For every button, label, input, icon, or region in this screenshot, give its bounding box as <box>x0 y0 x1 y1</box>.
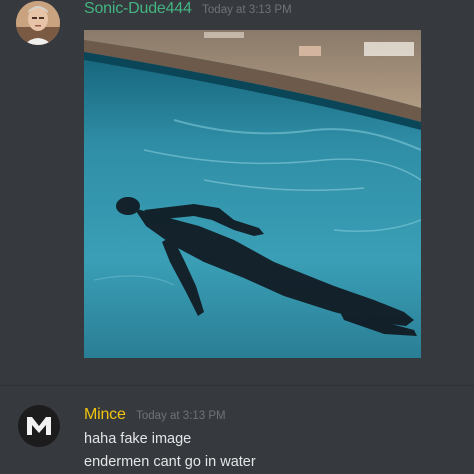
chat-view: Sonic-Dude444 Today at 3:13 PM Mince Tod… <box>0 0 474 474</box>
username[interactable]: Mince <box>84 406 126 423</box>
username[interactable]: Sonic-Dude444 <box>84 0 192 17</box>
message-text: endermen cant go in water <box>84 454 256 470</box>
message-divider <box>0 385 474 386</box>
message-header: Mince Today at 3:13 PM <box>84 406 226 424</box>
user-avatar[interactable] <box>16 1 60 45</box>
image-attachment[interactable] <box>84 30 421 358</box>
m-logo-avatar[interactable] <box>18 405 60 447</box>
message-header: Sonic-Dude444 Today at 3:13 PM <box>84 0 292 18</box>
timestamp: Today at 3:13 PM <box>136 410 226 422</box>
message-text: haha fake image <box>84 431 192 447</box>
timestamp: Today at 3:13 PM <box>202 4 292 16</box>
